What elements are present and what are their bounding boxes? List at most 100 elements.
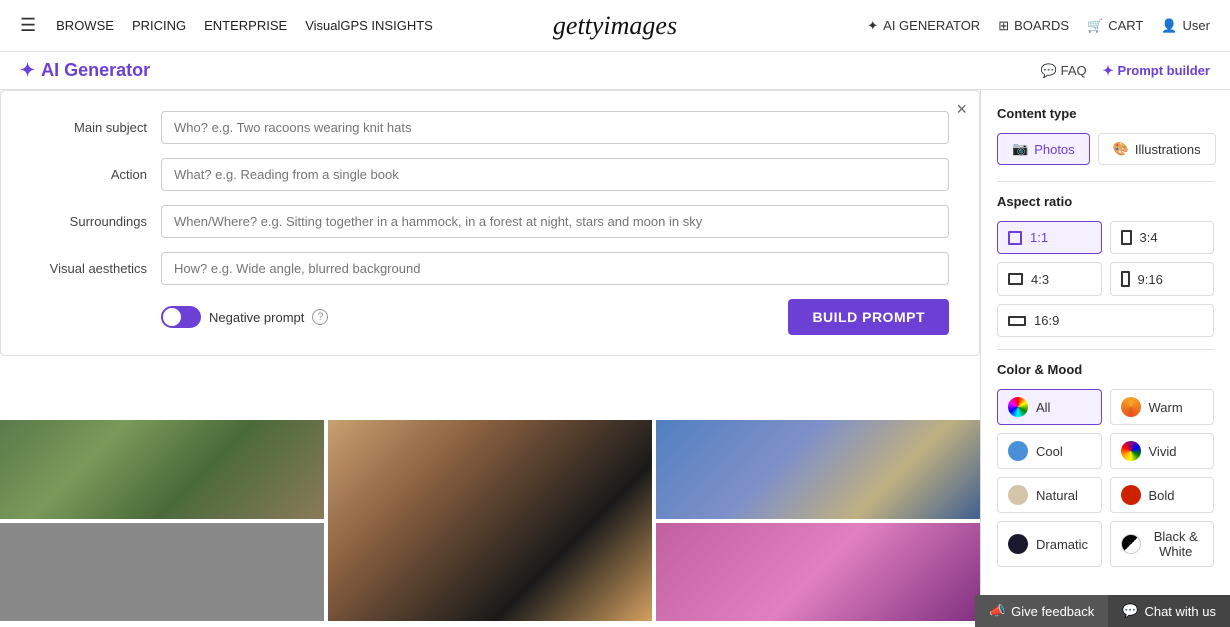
negative-prompt-toggle-row: Negative prompt ? (161, 306, 328, 328)
mood-dramatic[interactable]: Dramatic (997, 521, 1102, 567)
photos-label: Photos (1034, 142, 1074, 157)
action-row: Action (31, 158, 949, 191)
toggle-knob (163, 308, 181, 326)
surroundings-input[interactable] (161, 205, 949, 238)
mood-all[interactable]: All (997, 389, 1102, 425)
negative-prompt-label: Negative prompt (209, 310, 304, 325)
cart-label: CART (1108, 18, 1143, 33)
ratio-3-4[interactable]: 3:4 (1110, 221, 1215, 254)
image-cactus-bottom[interactable] (0, 523, 324, 622)
main-subject-input[interactable] (161, 111, 949, 144)
feedback-label: Give feedback (1011, 604, 1094, 619)
image-pink[interactable] (656, 523, 980, 622)
main-layout: × Main subject Action Surroundings Visua… (0, 90, 1230, 621)
illustrations-icon: 🎨 (1113, 141, 1129, 157)
surroundings-label: Surroundings (31, 214, 161, 229)
help-icon[interactable]: ? (312, 309, 328, 325)
ai-generator-label: AI GENERATOR (883, 18, 980, 33)
right-sidebar: Content type 📷 Photos 🎨 Illustrations As… (980, 90, 1230, 621)
image-grid (0, 420, 980, 621)
ai-generator-link[interactable]: ✦ AI GENERATOR (867, 18, 980, 34)
mood-warm-label: Warm (1149, 400, 1183, 415)
header: ☰ BROWSE PRICING ENTERPRISE VisualGPS IN… (0, 0, 1230, 52)
mood-vivid[interactable]: Vivid (1110, 433, 1215, 469)
mood-cool-label: Cool (1036, 444, 1063, 459)
mood-all-icon (1008, 397, 1028, 417)
ratio-4-3[interactable]: 4:3 (997, 262, 1102, 296)
ratio-portrait-34-icon (1121, 230, 1132, 245)
mood-bold-label: Bold (1149, 488, 1175, 503)
nav-enterprise[interactable]: ENTERPRISE (204, 18, 287, 33)
ai-title-icon: ✦ (20, 60, 35, 81)
boards-icon: ⊞ (998, 18, 1009, 34)
ratio-4-3-label: 4:3 (1031, 272, 1049, 287)
mood-vivid-icon (1121, 441, 1141, 461)
color-mood-title: Color & Mood (997, 362, 1214, 377)
boards-link[interactable]: ⊞ BOARDS (998, 18, 1069, 34)
user-link[interactable]: 👤 User (1161, 18, 1210, 34)
mood-bold[interactable]: Bold (1110, 477, 1215, 513)
image-cactus[interactable] (0, 420, 324, 519)
cart-link[interactable]: 🛒 CART (1087, 18, 1143, 34)
mood-warm-icon (1121, 397, 1141, 417)
close-button[interactable]: × (956, 99, 967, 120)
chat-button[interactable]: 💬 Chat with us (1108, 595, 1230, 627)
chat-label: Chat with us (1144, 604, 1216, 619)
ratio-16-9[interactable]: 16:9 (997, 304, 1214, 337)
nav-visualgps[interactable]: VisualGPS INSIGHTS (305, 18, 433, 33)
ai-title: ✦ AI Generator (20, 60, 150, 81)
mood-warm[interactable]: Warm (1110, 389, 1215, 425)
photos-icon: 📷 (1012, 141, 1028, 157)
surroundings-row: Surroundings (31, 205, 949, 238)
header-left: ☰ BROWSE PRICING ENTERPRISE VisualGPS IN… (20, 15, 433, 36)
build-prompt-button[interactable]: BUILD PROMPT (788, 299, 949, 335)
visual-aesthetics-input[interactable] (161, 252, 949, 285)
divider-1 (997, 181, 1214, 182)
mood-black-white[interactable]: Black & White (1110, 521, 1215, 567)
mood-dramatic-label: Dramatic (1036, 537, 1088, 552)
nav-pricing[interactable]: PRICING (132, 18, 186, 33)
ratio-1-1[interactable]: 1:1 (997, 221, 1102, 254)
main-subject-label: Main subject (31, 120, 161, 135)
cart-icon: 🛒 (1087, 18, 1103, 34)
faq-icon: 💬 (1040, 63, 1056, 79)
ratio-landscape-43-icon (1008, 273, 1023, 285)
ratio-9-16-label: 9:16 (1138, 272, 1163, 287)
faq-link[interactable]: 💬 FAQ (1040, 63, 1086, 79)
action-input[interactable] (161, 158, 949, 191)
ratio-16-9-label: 16:9 (1034, 313, 1059, 328)
ai-generator-icon: ✦ (867, 18, 878, 34)
main-subject-row: Main subject (31, 111, 949, 144)
site-logo[interactable]: gettyimages (553, 11, 677, 41)
bottom-bar: 📣 Give feedback 💬 Chat with us (975, 595, 1230, 627)
image-lighthouse[interactable] (656, 420, 980, 519)
modal-footer: Negative prompt ? BUILD PROMPT (31, 299, 949, 335)
ai-title-text: AI Generator (41, 60, 150, 81)
mood-cool[interactable]: Cool (997, 433, 1102, 469)
user-icon: 👤 (1161, 18, 1177, 34)
illustrations-option[interactable]: 🎨 Illustrations (1098, 133, 1216, 165)
hamburger-menu[interactable]: ☰ (20, 15, 36, 36)
mood-natural[interactable]: Natural (997, 477, 1102, 513)
ratio-square-icon (1008, 231, 1022, 245)
color-mood-grid: All Warm Cool Vivid Natural Bold (997, 389, 1214, 567)
photos-option[interactable]: 📷 Photos (997, 133, 1090, 165)
prompt-builder-link[interactable]: ✦ Prompt builder (1103, 63, 1210, 79)
prompt-modal: × Main subject Action Surroundings Visua… (0, 90, 980, 356)
image-woman[interactable] (328, 420, 652, 621)
aspect-ratio-grid: 1:1 3:4 4:3 9:16 16:9 (997, 221, 1214, 337)
mood-vivid-label: Vivid (1149, 444, 1177, 459)
negative-prompt-toggle[interactable] (161, 306, 201, 328)
header-right: ✦ AI GENERATOR ⊞ BOARDS 🛒 CART 👤 User (867, 18, 1210, 34)
nav-browse[interactable]: BROWSE (56, 18, 114, 33)
main-nav: BROWSE PRICING ENTERPRISE VisualGPS INSI… (56, 18, 433, 33)
prompt-builder-icon: ✦ (1103, 63, 1114, 79)
action-label: Action (31, 167, 161, 182)
feedback-icon: 📣 (989, 603, 1005, 619)
feedback-button[interactable]: 📣 Give feedback (975, 595, 1108, 627)
ratio-9-16[interactable]: 9:16 (1110, 262, 1215, 296)
mood-bw-icon (1121, 534, 1141, 554)
visual-aesthetics-row: Visual aesthetics (31, 252, 949, 285)
ratio-portrait-916-icon (1121, 271, 1130, 287)
boards-label: BOARDS (1014, 18, 1069, 33)
